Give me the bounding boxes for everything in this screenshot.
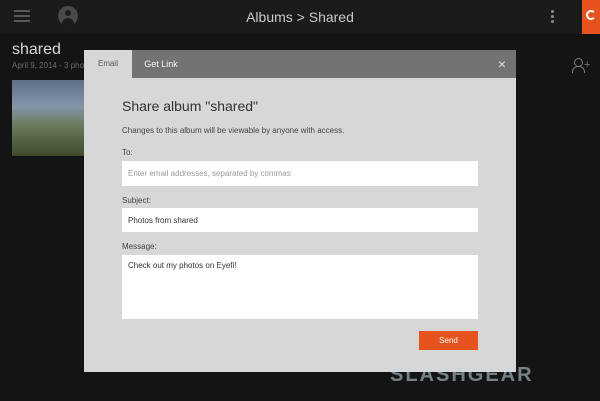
send-button[interactable]: Send: [419, 331, 478, 350]
dialog-title: Share album "shared": [122, 98, 259, 114]
album-thumbnail[interactable]: [12, 80, 86, 156]
message-field[interactable]: Check out my photos on Eyefi!: [122, 255, 478, 319]
dialog-subtitle: Changes to this album will be viewable b…: [122, 126, 345, 135]
top-bar: Albums > Shared: [0, 0, 600, 35]
tab-bar: Email Get Link ×: [84, 50, 516, 78]
album-meta: April 9, 2014 - 3 photos: [12, 61, 95, 70]
page-title: Albums > Shared: [246, 9, 354, 25]
message-label: Message:: [122, 242, 157, 251]
tab-email[interactable]: Email: [84, 50, 132, 78]
subject-field[interactable]: [122, 208, 478, 232]
close-icon[interactable]: ×: [495, 57, 509, 71]
album-name: shared: [12, 41, 61, 58]
to-field[interactable]: [122, 161, 478, 186]
brand-icon[interactable]: [582, 0, 600, 34]
tab-get-link[interactable]: Get Link: [132, 50, 190, 78]
add-user-icon[interactable]: +: [572, 58, 590, 74]
kebab-menu-icon[interactable]: [551, 10, 555, 24]
subject-label: Subject:: [122, 196, 151, 205]
watermark: SLASHGEAR: [390, 364, 534, 386]
to-label: To:: [122, 148, 133, 157]
share-dialog: Email Get Link × Share album "shared" Ch…: [84, 50, 516, 372]
